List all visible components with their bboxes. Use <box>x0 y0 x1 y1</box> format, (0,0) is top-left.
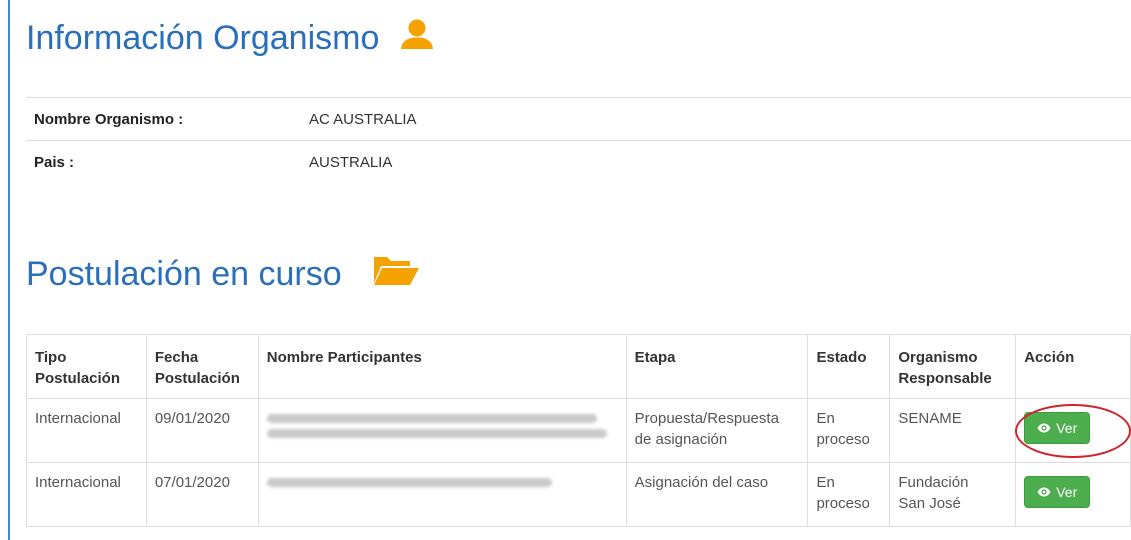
info-row-nombre: Nombre Organismo : AC AUSTRALIA <box>26 97 1131 141</box>
redacted-text <box>266 414 597 423</box>
table-row: Internacional 07/01/2020 Asignación del … <box>26 462 1131 527</box>
user-icon <box>399 18 435 59</box>
cell-etapa: Asignación del caso <box>625 462 809 527</box>
pais-label: Pais : <box>26 140 301 183</box>
info-row-pais: Pais : AUSTRALIA <box>26 140 1131 183</box>
cell-accion: Ver <box>1015 398 1131 463</box>
postulation-table: Tipo Postulación Fecha Postulación Nombr… <box>26 334 1131 527</box>
cell-fecha: 09/01/2020 <box>145 398 259 463</box>
redacted-text <box>266 429 607 438</box>
cell-accion: Ver <box>1015 462 1131 527</box>
col-estado: Estado <box>807 334 891 399</box>
info-title-text: Información Organismo <box>26 19 380 57</box>
cell-tipo: Internacional <box>26 462 147 527</box>
eye-icon <box>1037 423 1051 433</box>
col-nombre-participantes: Nombre Participantes <box>257 334 627 399</box>
cell-fecha: 07/01/2020 <box>145 462 259 527</box>
cell-tipo: Internacional <box>26 398 147 463</box>
cell-organismo: SENAME <box>889 398 1017 463</box>
cell-etapa: Propuesta/Respuesta de asignación <box>625 398 809 463</box>
cell-estado: En proceso <box>807 398 891 463</box>
cell-participantes-redacted <box>257 398 627 463</box>
nombre-organismo-label: Nombre Organismo : <box>26 97 301 141</box>
folder-open-icon <box>372 253 420 296</box>
table-header-row: Tipo Postulación Fecha Postulación Nombr… <box>26 334 1131 399</box>
cell-participantes-redacted <box>257 462 627 527</box>
cell-estado: En proceso <box>807 462 891 527</box>
col-etapa: Etapa <box>625 334 809 399</box>
postulation-section-title: Postulación en curso <box>26 253 420 296</box>
left-border <box>8 0 10 540</box>
col-fecha-postulacion: Fecha Postulación <box>145 334 259 399</box>
col-organismo-responsable: Organismo Responsable <box>889 334 1017 399</box>
col-tipo-postulacion: Tipo Postulación <box>26 334 147 399</box>
table-row: Internacional 09/01/2020 Propuesta/Respu… <box>26 398 1131 463</box>
info-table: Nombre Organismo : AC AUSTRALIA Pais : A… <box>26 97 1131 183</box>
nombre-organismo-value: AC AUSTRALIA <box>301 97 1131 141</box>
ver-button[interactable]: Ver <box>1024 476 1091 508</box>
pais-value: AUSTRALIA <box>301 140 1131 183</box>
info-section-title: Información Organismo <box>26 18 435 59</box>
cell-organismo: Fundación San José <box>889 462 1017 527</box>
col-accion: Acción <box>1015 334 1131 399</box>
ver-button[interactable]: Ver <box>1024 412 1091 444</box>
postulation-title-text: Postulación en curso <box>26 255 342 293</box>
eye-icon <box>1037 487 1051 497</box>
redacted-text <box>266 478 552 487</box>
